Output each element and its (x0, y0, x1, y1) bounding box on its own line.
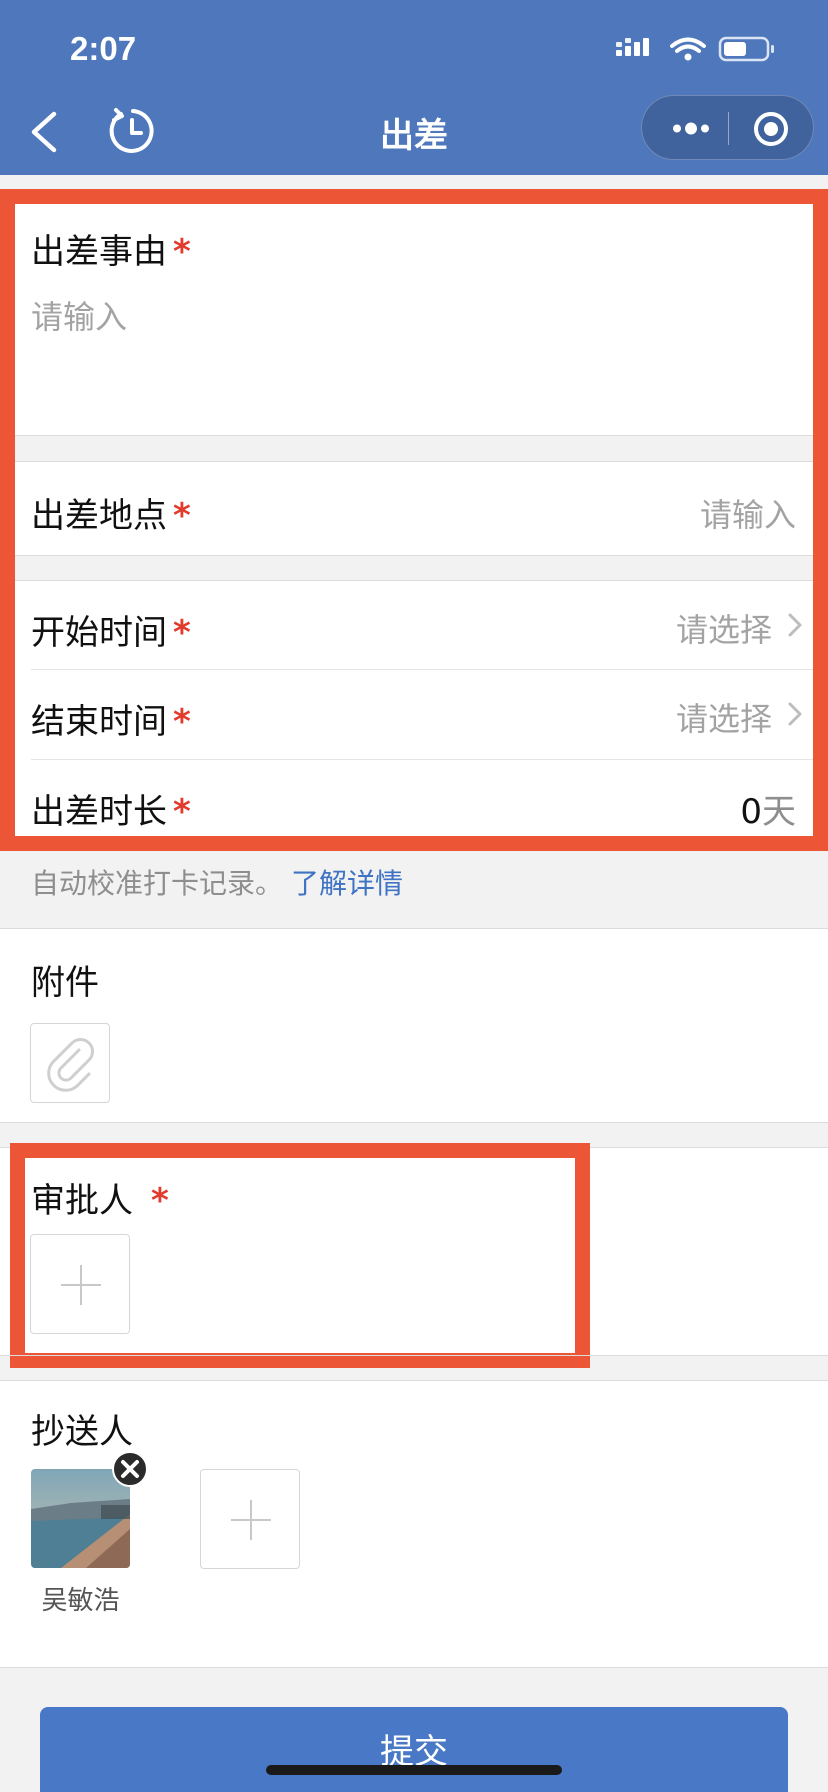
add-approver-button[interactable] (30, 1234, 130, 1334)
divider (0, 435, 828, 436)
approver-card: 审批人 * (0, 1148, 828, 1355)
attachment-label: 附件 (31, 963, 99, 1003)
navigation-header: 2:07 出差 (0, 0, 828, 175)
mini-program-capsule (641, 95, 814, 160)
divider (0, 1667, 828, 1668)
duration-row: 出差时长 * 0天 (0, 760, 828, 847)
remove-cc-button[interactable] (112, 1451, 148, 1487)
hint-text: 自动校准打卡记录。 了解详情 (31, 867, 404, 900)
divider (0, 1122, 828, 1123)
reason-label: 出差事由 * (31, 232, 191, 272)
cc-person-name: 吴敏浩 (41, 1586, 120, 1616)
location-label: 出差地点 * (31, 496, 191, 536)
approver-label: 审批人 * (31, 1181, 169, 1221)
more-dots-icon[interactable] (666, 112, 716, 145)
start-time-row[interactable]: 开始时间 * 请选择 (0, 581, 828, 669)
submit-button[interactable]: 提交 (40, 1707, 788, 1792)
duration-value: 0天 (740, 792, 796, 832)
end-time-row[interactable]: 结束时间 * 请选择 (0, 670, 828, 759)
duration-label: 出差时长 * (31, 792, 191, 832)
close-target-icon[interactable] (752, 110, 790, 148)
status-icons (616, 36, 774, 62)
divider (0, 1355, 828, 1356)
cc-label: 抄送人 (31, 1412, 133, 1452)
end-time-select[interactable]: 请选择 (676, 694, 772, 740)
start-time-select[interactable]: 请选择 (676, 605, 772, 651)
location-row[interactable]: 出差地点 * 请输入 (0, 462, 828, 555)
reason-input[interactable]: 请输入 (31, 292, 127, 338)
start-time-label: 开始时间 * (31, 613, 191, 653)
paperclip-icon (47, 1038, 94, 1092)
wifi-icon (670, 37, 706, 53)
chevron-right-icon (788, 613, 802, 637)
reason-card: 出差事由 * 请输入 (0, 190, 828, 435)
status-time: 2:07 (70, 30, 137, 67)
learn-more-link[interactable]: 了解详情 (291, 867, 403, 900)
time-card: 开始时间 * 请选择 结束时间 * 请选择 出差时长 * 0天 (0, 581, 828, 847)
end-time-label: 结束时间 * (31, 702, 191, 742)
add-cc-button[interactable] (200, 1469, 300, 1569)
location-input[interactable]: 请输入 (700, 490, 796, 536)
home-indicator (266, 1765, 562, 1775)
attachment-upload-button[interactable] (30, 1023, 110, 1103)
plus-icon (61, 1265, 101, 1305)
capsule-divider (728, 112, 729, 145)
battery-icon (718, 36, 774, 62)
signal-icon (616, 38, 649, 56)
attachment-card: 附件 (0, 929, 828, 1122)
chevron-right-icon (788, 702, 802, 726)
close-icon (121, 1460, 139, 1478)
plus-icon (231, 1500, 271, 1540)
divider (0, 555, 828, 556)
